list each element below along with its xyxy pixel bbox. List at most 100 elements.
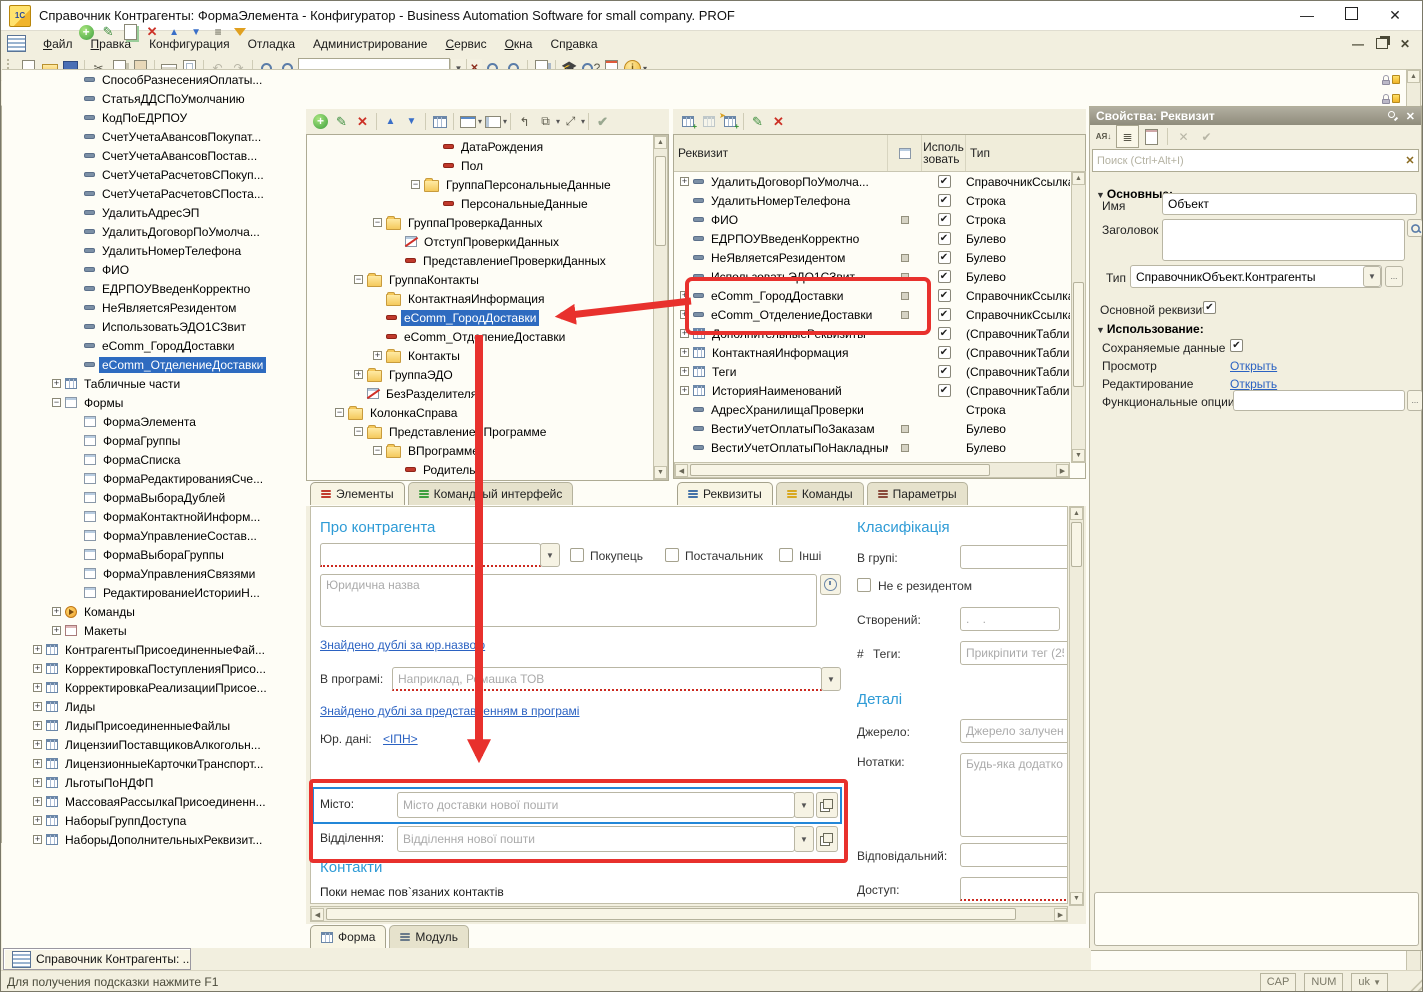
resize-dropdown[interactable]: ▾ bbox=[581, 117, 585, 126]
tree-item[interactable]: −ВПрограмме bbox=[307, 441, 668, 460]
menu-help[interactable]: Справка bbox=[541, 34, 606, 54]
attribute-row[interactable]: ЕДРПОУВведенКорректно✔Булево bbox=[674, 229, 1085, 248]
notes-textarea[interactable] bbox=[960, 753, 1068, 837]
attribute-row[interactable]: +УдалитьДоговорПоУмолча...✔СправочникСсы… bbox=[674, 172, 1085, 191]
attribute-row[interactable]: +eComm_ГородДоставки✔СправочникСсылка bbox=[674, 286, 1085, 305]
expander-icon[interactable]: + bbox=[354, 370, 363, 379]
city-open-button[interactable] bbox=[816, 792, 838, 818]
wrap-arrow-button[interactable]: ↰ bbox=[514, 111, 535, 132]
tree-item[interactable]: eComm_ОтделениеДоставки bbox=[307, 327, 668, 346]
use-checkbox[interactable]: ✔ bbox=[938, 308, 951, 321]
properties-search-input[interactable] bbox=[1093, 155, 1402, 167]
expander-icon[interactable]: + bbox=[33, 683, 42, 692]
responsible-input[interactable] bbox=[960, 843, 1068, 867]
scroll-down-icon[interactable]: ▼ bbox=[1072, 449, 1085, 462]
tree-item[interactable]: ДатаРождения bbox=[307, 137, 668, 156]
tree-item[interactable]: Пол bbox=[307, 156, 668, 175]
type-ellipsis-button[interactable]: ... bbox=[1385, 266, 1403, 287]
expander-icon[interactable]: − bbox=[52, 398, 61, 407]
use-checkbox[interactable]: ✔ bbox=[938, 175, 951, 188]
expander-icon[interactable]: + bbox=[33, 740, 42, 749]
element-edit-button[interactable]: ✎ bbox=[331, 111, 352, 132]
filter-button[interactable] bbox=[230, 22, 251, 43]
tab-form[interactable]: Форма bbox=[310, 925, 386, 948]
move-down-button[interactable]: ▼ bbox=[186, 22, 207, 43]
attribute-row[interactable]: УдалитьНомерТелефона✔Строка bbox=[674, 191, 1085, 210]
attr-add-table-button[interactable] bbox=[698, 111, 719, 132]
tags-input[interactable] bbox=[960, 641, 1068, 665]
cancel-icon[interactable]: ✕ bbox=[1173, 126, 1194, 147]
tab-commands[interactable]: Команды bbox=[776, 482, 864, 505]
move-up-button[interactable]: ▲ bbox=[164, 22, 185, 43]
attribute-row[interactable]: ИспользоватьЭДО1СЗвит✔Булево bbox=[674, 267, 1085, 286]
use-checkbox[interactable]: ✔ bbox=[938, 365, 951, 378]
form-scrollbar[interactable]: ▲ ▼ bbox=[1069, 506, 1084, 906]
mdi-close-button[interactable]: ✕ bbox=[1400, 37, 1410, 51]
group-input[interactable] bbox=[960, 545, 1068, 569]
pin-icon[interactable] bbox=[1388, 111, 1398, 121]
sort-az-icon[interactable]: АЯ↓ bbox=[1093, 126, 1114, 147]
tree-item[interactable]: −ГруппаПерсональныеДанные bbox=[307, 175, 668, 194]
edit-open-link[interactable]: Открыть bbox=[1230, 377, 1277, 391]
functional-options-input[interactable] bbox=[1233, 390, 1405, 411]
maximize-button[interactable] bbox=[1342, 7, 1360, 24]
attr-edit-button[interactable]: ✎ bbox=[747, 111, 768, 132]
access-input[interactable] bbox=[960, 877, 1068, 901]
attribute-row[interactable]: ВестиУчетОплатыПоНакладнымБулево bbox=[674, 438, 1085, 457]
expander-icon[interactable]: + bbox=[33, 797, 42, 806]
expander-icon[interactable]: + bbox=[52, 626, 61, 635]
expander-icon[interactable]: − bbox=[373, 218, 382, 227]
column-attribute[interactable]: Реквизит bbox=[674, 135, 888, 171]
buyer-checkbox[interactable] bbox=[570, 548, 584, 562]
stretch-button[interactable]: ⧉ bbox=[535, 111, 556, 132]
expander-icon[interactable]: − bbox=[411, 180, 420, 189]
functional-options-ellipsis-button[interactable]: ... bbox=[1407, 390, 1423, 411]
attribute-row[interactable]: +ИсторияНаименований✔(СправочникТаблич. bbox=[674, 381, 1085, 400]
saved-data-checkbox[interactable]: ✔ bbox=[1230, 339, 1243, 352]
contractor-combo-input[interactable] bbox=[320, 543, 541, 567]
tree-item[interactable]: ОтступПроверкиДанных bbox=[307, 232, 668, 251]
expander-icon[interactable]: + bbox=[680, 386, 689, 395]
type-input[interactable] bbox=[1130, 265, 1382, 288]
caption-textarea[interactable] bbox=[1162, 219, 1405, 261]
tree-item[interactable]: −ГруппаКонтакты bbox=[307, 270, 668, 289]
scroll-right-icon[interactable]: ▶ bbox=[1056, 464, 1069, 477]
use-checkbox[interactable]: ✔ bbox=[938, 327, 951, 340]
tree-item[interactable]: ПредставлениеПроверкиДанных bbox=[307, 251, 668, 270]
tab-attributes[interactable]: Реквизиты bbox=[677, 482, 773, 505]
use-checkbox[interactable]: ✔ bbox=[938, 194, 951, 207]
use-checkbox[interactable]: ✔ bbox=[938, 346, 951, 359]
tree-item[interactable]: Родитель bbox=[307, 460, 668, 479]
expander-icon[interactable]: + bbox=[52, 607, 61, 616]
type-dropdown-button[interactable]: ▼ bbox=[1363, 266, 1381, 287]
copy-add-button[interactable] bbox=[120, 22, 141, 43]
expander-icon[interactable]: + bbox=[373, 351, 382, 360]
close-button[interactable]: ✕ bbox=[1386, 7, 1404, 24]
tree-item[interactable]: БезРазделителя bbox=[307, 384, 668, 403]
expander-icon[interactable]: + bbox=[680, 310, 689, 319]
scrollbar-thumb[interactable] bbox=[655, 156, 666, 246]
use-checkbox[interactable]: ✔ bbox=[938, 289, 951, 302]
created-input[interactable] bbox=[960, 607, 1060, 631]
expander-icon[interactable]: − bbox=[373, 446, 382, 455]
scroll-left-icon[interactable]: ◀ bbox=[311, 908, 324, 921]
resident-checkbox[interactable] bbox=[857, 578, 871, 592]
scrollbar-thumb[interactable] bbox=[1073, 282, 1084, 387]
history-button[interactable] bbox=[820, 574, 841, 595]
element-add-button[interactable]: + bbox=[310, 111, 331, 132]
mdi-minimize-button[interactable]: — bbox=[1352, 37, 1364, 51]
attribute-row[interactable]: +КонтактнаяИнформация✔(СправочникТаблич. bbox=[674, 343, 1085, 362]
attribute-row[interactable]: АдресХранилищаПроверкиСтрока bbox=[674, 400, 1085, 419]
attribute-row[interactable]: +Теги✔(СправочникТаблич. bbox=[674, 362, 1085, 381]
scrollbar-thumb[interactable] bbox=[1071, 522, 1082, 567]
menu-windows[interactable]: Окна bbox=[496, 34, 542, 54]
scroll-up-icon[interactable]: ▲ bbox=[1407, 70, 1420, 83]
caption-search-button[interactable] bbox=[1407, 219, 1423, 237]
attr-add-button[interactable]: + bbox=[677, 111, 698, 132]
categories-icon[interactable]: ≣ bbox=[1116, 125, 1139, 148]
attributes-scrollbar[interactable]: ▲ ▼ bbox=[1071, 171, 1086, 463]
layout-mode-button[interactable] bbox=[482, 111, 503, 132]
attribute-row[interactable]: ВестиУчетОплатыПоЗаказамБулево bbox=[674, 419, 1085, 438]
branch-open-button[interactable] bbox=[816, 826, 838, 852]
attribute-row[interactable]: +eComm_ОтделениеДоставки✔СправочникСсылк… bbox=[674, 305, 1085, 324]
